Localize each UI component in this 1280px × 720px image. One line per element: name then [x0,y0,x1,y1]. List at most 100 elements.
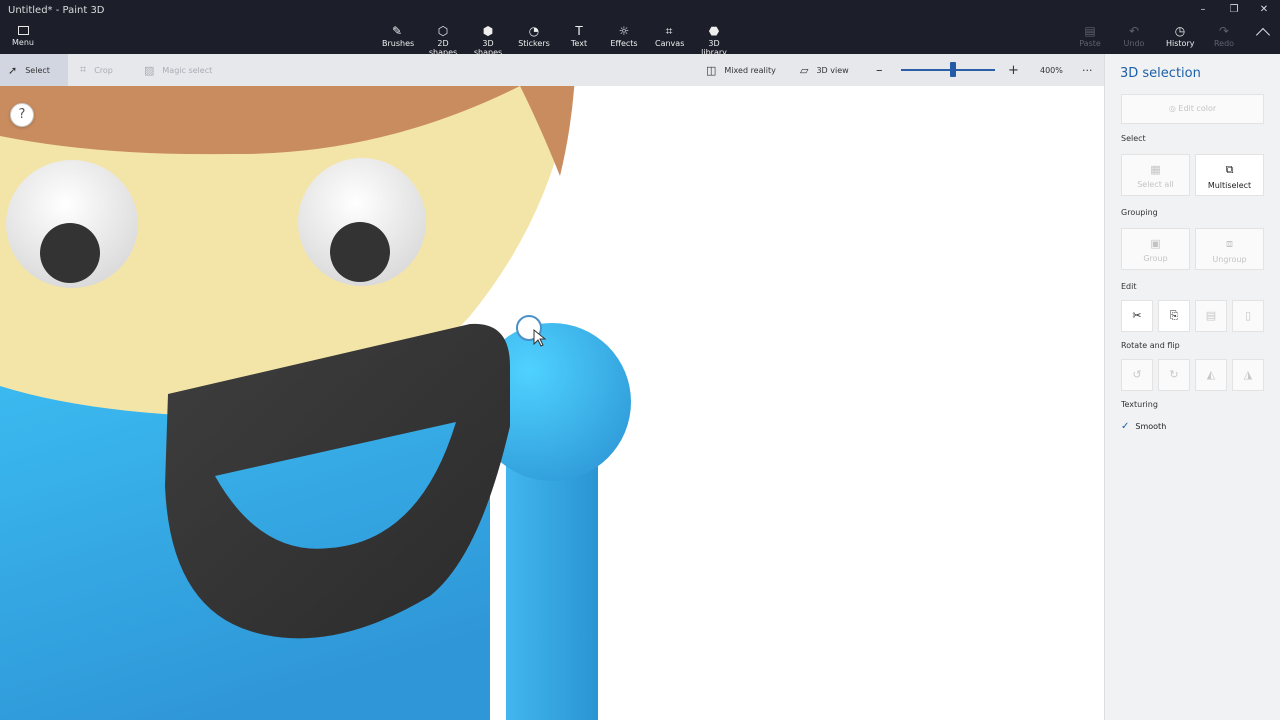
paint3d-window: Untitled* - Paint 3D Menu ✎ Brushes ⬡ 2D… [0,0,1280,720]
rotate-left-button[interactable]: ↺ [1121,359,1153,391]
tool-label: Effects [610,39,638,48]
top-toolbar: Untitled* - Paint 3D Menu ✎ Brushes ⬡ 2D… [0,0,1280,57]
minimize-button[interactable]: – [1195,4,1211,15]
redo-icon: ↷ [1218,24,1230,38]
flip-vertical-icon: ◮ [1243,368,1253,381]
copy-icon: ⎘ [1169,309,1179,322]
rotate-right-icon: ↻ [1169,368,1179,381]
zoom-slider-thumb[interactable] [950,62,956,77]
mixed-reality-button[interactable]: ◫ Mixed reality [698,54,784,86]
paste-icon: ▤ [1084,24,1096,38]
smooth-label: Smooth [1135,422,1167,431]
mixed-reality-icon: ◫ [706,63,717,77]
edit-section-label: Edit [1121,282,1137,291]
more-options-button[interactable]: ··· [1074,54,1101,86]
more-icon: ··· [1082,63,1093,77]
edit-color-button[interactable]: ◎ Edit color [1121,94,1264,124]
stickers-icon: ◔ [528,24,540,38]
flip-horizontal-button[interactable]: ◭ [1195,359,1227,391]
ungroup-icon: ⧈ [1226,237,1233,250]
zoom-slider[interactable] [901,69,995,71]
close-button[interactable]: ✕ [1256,4,1272,15]
3d-shapes-icon: ⬢ [482,24,494,38]
select-all-button[interactable]: ▦ Select all [1121,154,1190,196]
delete-button[interactable]: ▯ [1232,300,1264,332]
panel-title: 3D selection [1120,66,1201,81]
pointer-icon: ➚ [8,63,18,77]
zoom-in-button[interactable]: + [1000,54,1027,86]
tool-3d-shapes[interactable]: ⬢ 3D shapes [469,24,507,57]
window-title: Untitled* - Paint 3D [8,5,105,16]
select-section-label: Select [1121,134,1146,143]
brush-icon: ✎ [391,24,403,38]
tool-effects[interactable]: ☼ Effects [610,24,638,48]
crop-button[interactable]: ⌗ Crop [72,54,121,86]
smooth-checkbox[interactable]: ✓ Smooth [1121,421,1166,432]
ungroup-button[interactable]: ⧈ Ungroup [1195,228,1264,270]
texturing-section-label: Texturing [1121,400,1158,409]
minus-icon: – [876,62,883,78]
crop-label: Crop [94,65,113,75]
3d-library-icon: ⬣ [708,24,720,38]
select-all-icon: ▦ [1150,163,1161,176]
rotate-right-button[interactable]: ↻ [1158,359,1190,391]
paste-button[interactable]: ▤ Paste [1078,24,1102,48]
drawing-canvas[interactable]: ? [0,86,1104,720]
ungroup-label: Ungroup [1212,255,1247,264]
restore-button[interactable]: ❐ [1226,4,1242,15]
menu-button[interactable]: Menu [6,22,40,52]
zoom-value-label: 400% [1040,65,1063,75]
select-all-label: Select all [1137,180,1174,189]
3d-view-button[interactable]: ▱ 3D view [792,54,857,86]
paste-panel-button[interactable]: ▤ [1195,300,1227,332]
group-label: Group [1143,254,1168,263]
magic-select-button[interactable]: ▨ Magic select [136,54,220,86]
group-button[interactable]: ▣ Group [1121,228,1190,270]
canvas-icon: ⌗ [665,24,673,38]
flip-vertical-button[interactable]: ◮ [1232,359,1264,391]
select-label: Select [25,65,50,75]
effects-icon: ☼ [618,24,630,38]
help-button[interactable]: ? [10,103,34,127]
redo-button[interactable]: ↷ Redo [1212,24,1236,48]
3d-view-label: 3D view [816,65,849,75]
tool-text[interactable]: T Text [568,24,590,48]
copy-button[interactable]: ⎘ [1158,300,1190,332]
history-icon: ◷ [1174,24,1186,38]
menu-label: Menu [12,38,34,47]
crop-icon: ⌗ [80,63,87,76]
undo-label: Undo [1123,39,1145,48]
magic-select-icon: ▨ [144,63,155,77]
tool-label: Stickers [518,39,550,48]
tool-canvas[interactable]: ⌗ Canvas [655,24,684,48]
multiselect-icon: ⧉ [1225,163,1234,176]
arm-cylinder[interactable] [506,446,598,720]
magic-select-label: Magic select [162,65,213,75]
grouping-section-label: Grouping [1121,208,1158,217]
tool-label: Brushes [382,39,415,48]
mixed-reality-label: Mixed reality [724,65,776,75]
tool-stickers[interactable]: ◔ Stickers [518,24,550,48]
zoom-value[interactable]: 400% [1032,54,1071,86]
undo-button[interactable]: ↶ Undo [1122,24,1146,48]
left-pupil [40,223,100,283]
zoom-out-button[interactable]: – [868,54,891,86]
select-button[interactable]: ➚ Select [0,54,68,86]
collapse-toolbar-icon[interactable] [1255,27,1271,43]
right-pupil [330,222,390,282]
flip-horizontal-icon: ◭ [1206,368,1216,381]
history-button[interactable]: ◷ History [1166,24,1194,48]
multiselect-button[interactable]: ⧉ Multiselect [1195,154,1264,196]
history-label: History [1166,39,1195,48]
tool-2d-shapes[interactable]: ⬡ 2D shapes [424,24,462,57]
rotate-section-label: Rotate and flip [1121,341,1180,350]
tool-3d-library[interactable]: ⬣ 3D library [696,24,732,57]
multiselect-label: Multiselect [1207,181,1252,190]
paste-icon: ▤ [1205,309,1217,322]
undo-icon: ↶ [1128,24,1140,38]
cut-button[interactable]: ✂ [1121,300,1153,332]
paste-label: Paste [1079,39,1101,48]
cut-icon: ✂ [1132,309,1142,322]
3d-view-icon: ▱ [800,63,809,77]
tool-brushes[interactable]: ✎ Brushes [382,24,415,48]
